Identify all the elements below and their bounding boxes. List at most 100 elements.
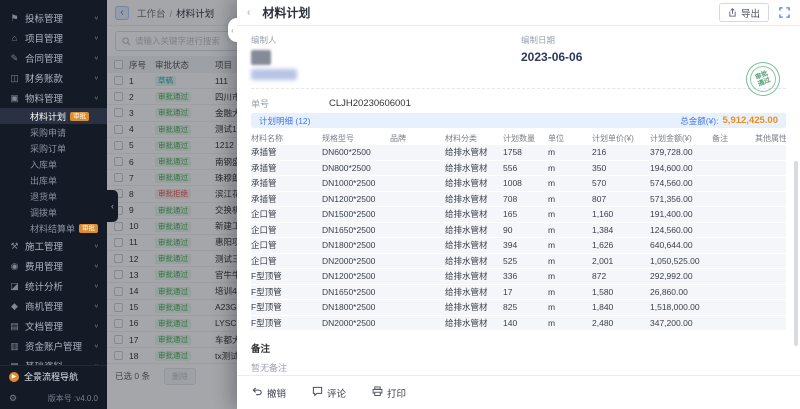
sidebar: ⚑投标管理∨⌂项目管理∨✎合同管理∨◫财务账款∨▣物料管理∨材料计划审批采购申请…: [0, 0, 107, 409]
cell: m: [548, 225, 592, 235]
cell: 17: [503, 287, 548, 297]
sidebar-item[interactable]: ▦基础资料∨: [0, 356, 107, 365]
sidebar-subitem-label: 材料结算单: [30, 222, 75, 235]
sidebar-subitem-label: 退货单: [30, 190, 57, 203]
cell: 574,560.00: [650, 178, 712, 188]
cell: DN1800*2500: [322, 302, 390, 312]
sidebar-item-label: 费用管理: [25, 259, 63, 273]
cell: 872: [592, 271, 650, 281]
panorama-nav-label: 全景流程导航: [24, 370, 78, 383]
chevron-down-icon: ∨: [94, 243, 99, 249]
sidebar-subitem-label: 入库单: [30, 158, 57, 171]
sidebar-item-label: 资金账户管理: [25, 339, 82, 353]
sidebar-subitem[interactable]: 调拨单: [0, 204, 107, 220]
sidebar-item[interactable]: ▣物料管理∨: [0, 88, 107, 108]
cell: 394: [503, 240, 548, 250]
sidebar-menu: ⚑投标管理∨⌂项目管理∨✎合同管理∨◫财务账款∨▣物料管理∨材料计划审批采购申请…: [0, 0, 107, 365]
export-button[interactable]: 导出: [719, 3, 769, 22]
comment-button[interactable]: 评论: [312, 386, 346, 400]
sidebar-collapse-handle[interactable]: ‹: [107, 190, 118, 222]
sidebar-item[interactable]: ✎合同管理∨: [0, 48, 107, 68]
cell: 企口管: [251, 255, 322, 267]
sidebar-subitem[interactable]: 退货单: [0, 188, 107, 204]
cell: 1,050,525.00: [650, 256, 712, 266]
sidebar-subitem[interactable]: 材料计划审批: [0, 108, 107, 124]
cell: 26,860.00: [650, 287, 712, 297]
date-block: 编制日期 2023-06-06: [521, 34, 582, 80]
cell: m: [548, 256, 592, 266]
cell: 2,480: [592, 318, 650, 328]
approval-badge: 审批: [70, 112, 89, 121]
column-header: 材料分类: [445, 133, 503, 144]
sidebar-item[interactable]: ▤文档管理∨: [0, 316, 107, 336]
cell: 企口管: [251, 239, 322, 251]
column-header: 材料名称: [251, 133, 322, 144]
revoke-button[interactable]: 撤销: [252, 386, 286, 400]
cell: 124,560.00: [650, 225, 712, 235]
sidebar-item-label: 物料管理: [25, 91, 63, 105]
cell: m: [548, 271, 592, 281]
sidebar-subitem[interactable]: 入库单: [0, 156, 107, 172]
material-plan-detail-drawer: ‹ ‹ 材料计划 导出 审批 通过: [237, 0, 800, 409]
detail-table-row: 承插管DN600*2500给排水管材1758m216379,728.00: [251, 145, 786, 161]
fullscreen-expand-icon[interactable]: [779, 7, 790, 18]
remark-label: 备注: [251, 341, 786, 355]
drawer-scrollbar-thumb[interactable]: [794, 161, 798, 346]
app-window: ⚑投标管理∨⌂项目管理∨✎合同管理∨◫财务账款∨▣物料管理∨材料计划审批采购申请…: [0, 0, 800, 409]
detail-table-row: F型顶管DN1650*2500给排水管材17m1,58026,860.00: [251, 285, 786, 301]
drawer-collapse-handle[interactable]: ‹: [228, 18, 237, 42]
sidebar-item[interactable]: ◪统计分析∨: [0, 276, 107, 296]
creator-avatar: [251, 50, 271, 65]
sidebar-item[interactable]: ⌂项目管理∨: [0, 28, 107, 48]
cell: 347,200.00: [650, 318, 712, 328]
sidebar-subitem-label: 采购申请: [30, 126, 66, 139]
sidebar-item[interactable]: ◆商机管理∨: [0, 296, 107, 316]
creator-name-redacted: [251, 69, 297, 80]
detail-table-row: 企口管DN1500*2500给排水管材165m1,160191,400.00: [251, 207, 786, 223]
version-label: 版本号 :v4.0.0: [48, 393, 98, 404]
print-button[interactable]: 打印: [372, 386, 406, 400]
column-header: 单位: [548, 133, 592, 144]
total-amount-label: 总金额(¥):: [680, 115, 718, 127]
cell: 194,600.00: [650, 163, 712, 173]
cell: 708: [503, 194, 548, 204]
drawer-header: ‹ 材料计划 导出: [237, 0, 800, 26]
cell: DN1800*2500: [322, 240, 390, 250]
sidebar-item[interactable]: ◉费用管理∨: [0, 256, 107, 276]
cell: 140: [503, 318, 548, 328]
chevron-left-icon[interactable]: ‹: [247, 7, 250, 18]
cell: 1,626: [592, 240, 650, 250]
detail-table-header: 材料名称规格型号品牌材料分类计划数量单位计划单价(¥)计划金额(¥)备注其他属性: [251, 131, 786, 145]
cell: 336: [503, 271, 548, 281]
panorama-nav-button[interactable]: ▶ 全景流程导航: [0, 365, 107, 387]
sidebar-item[interactable]: ⚑投标管理∨: [0, 8, 107, 28]
cell: 给排水管材: [445, 286, 503, 298]
export-icon: [728, 8, 737, 17]
settings-gear-icon[interactable]: ⚙: [9, 393, 17, 404]
sidebar-subitem-label: 采购订单: [30, 142, 66, 155]
column-header: 规格型号: [322, 133, 390, 144]
cell: 给排水管材: [445, 193, 503, 205]
column-header: 备注: [712, 133, 755, 144]
cell: DN2000*2500: [322, 318, 390, 328]
cell: F型顶管: [251, 317, 322, 329]
plan-detail-summary-bar: 计划明细 (12) 总金额(¥): 5,912,425.00: [251, 113, 786, 128]
finance-icon: ◫: [8, 73, 21, 84]
sidebar-subitem[interactable]: 采购申请: [0, 124, 107, 140]
sidebar-subitem[interactable]: 出库单: [0, 172, 107, 188]
remark-section: 备注 暂无备注: [251, 341, 786, 374]
expense-icon: ◉: [8, 261, 21, 272]
sidebar-item[interactable]: ⚒施工管理∨: [0, 236, 107, 256]
sidebar-item[interactable]: ▥资金账户管理∨: [0, 336, 107, 356]
cell: F型顶管: [251, 270, 322, 282]
cell: 556: [503, 163, 548, 173]
sidebar-subitem-label: 材料计划: [30, 110, 66, 123]
cell: 1,518,000.00: [650, 302, 712, 312]
sidebar-item[interactable]: ◫财务账款∨: [0, 68, 107, 88]
chevron-down-icon: ∨: [94, 363, 99, 365]
cell: 807: [592, 194, 650, 204]
sidebar-subitem[interactable]: 材料结算单审批: [0, 220, 107, 236]
sidebar-subitem[interactable]: 采购订单: [0, 140, 107, 156]
creator-block: 编制人: [251, 34, 521, 80]
version-bar: ⚙ 版本号 :v4.0.0: [0, 387, 107, 409]
